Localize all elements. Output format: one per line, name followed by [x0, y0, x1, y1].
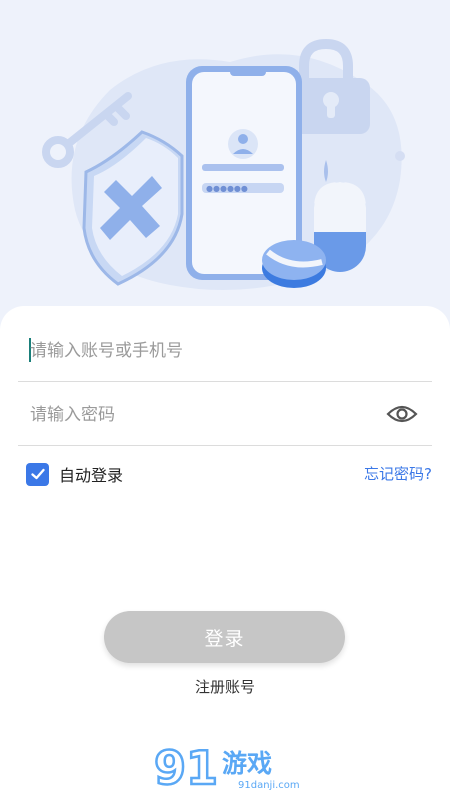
- auto-login-checkbox[interactable]: [26, 462, 49, 486]
- hero-illustration: ●●●●●●: [0, 0, 450, 340]
- login-card: 自动登录 忘记密码? 登录 注册账号: [0, 306, 450, 800]
- checkmark-icon: [30, 468, 45, 480]
- padlock-icon: [292, 38, 370, 134]
- auto-login-toggle[interactable]: 自动登录: [26, 462, 123, 486]
- login-button[interactable]: 登录: [104, 611, 345, 663]
- svg-text:91: 91: [154, 741, 218, 795]
- site-watermark: 91 游戏 91danji.com: [150, 740, 310, 798]
- password-input[interactable]: [30, 398, 370, 432]
- password-field: [18, 382, 432, 446]
- eye-icon[interactable]: [386, 402, 418, 426]
- account-input[interactable]: [30, 334, 370, 368]
- watermark-brand: 游戏: [222, 749, 273, 778]
- register-link[interactable]: 注册账号: [0, 676, 450, 697]
- forgot-password-link[interactable]: 忘记密码?: [364, 463, 432, 484]
- watermark-logo: 91: [153, 740, 220, 796]
- security-illustration: ●●●●●●: [42, 38, 405, 291]
- watermark-site: 91danji.com: [238, 780, 300, 791]
- tablet-icon: [262, 240, 326, 288]
- auto-login-label: 自动登录: [59, 466, 124, 485]
- svg-text:●●●●●●: ●●●●●●: [206, 184, 248, 193]
- account-field: [18, 318, 432, 382]
